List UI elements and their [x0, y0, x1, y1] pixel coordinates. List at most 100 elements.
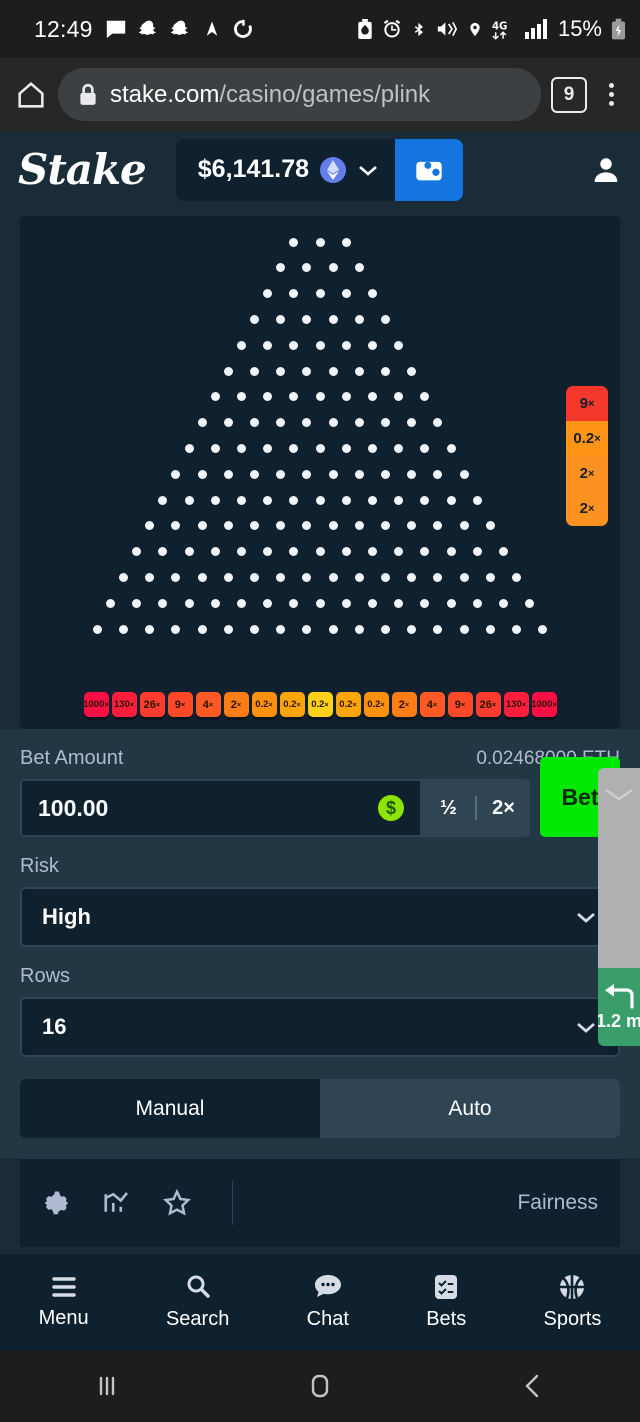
tab-auto[interactable]: Auto [320, 1079, 620, 1138]
bet-amount-field: $ ½ 2× [20, 779, 530, 837]
rows-select[interactable]: 16 [20, 997, 620, 1057]
plinko-peg [289, 547, 299, 557]
risk-select[interactable]: High [20, 887, 620, 947]
tab-count-button[interactable]: 9 [551, 76, 587, 113]
plinko-peg [459, 572, 469, 582]
fairness-link[interactable]: Fairness [517, 1191, 598, 1215]
signal-bars-icon [524, 19, 547, 39]
plinko-peg [184, 495, 194, 505]
kebab-menu-icon[interactable] [597, 77, 626, 112]
plinko-peg [328, 366, 338, 376]
rows-value: 16 [42, 1014, 67, 1039]
plinko-peg [394, 443, 404, 453]
plinko-peg [328, 263, 338, 273]
plinko-peg [223, 624, 233, 634]
status-right-cluster: 4G 15% [357, 16, 626, 42]
bottom-nav-item-bets[interactable]: Bets [426, 1273, 466, 1331]
multiplier-suffix: × [352, 700, 357, 709]
bet-amount-row: $ ½ 2× Bet [20, 757, 620, 837]
4g-icon: 4G [492, 19, 516, 40]
gear-icon[interactable] [42, 1188, 72, 1218]
wallet-button[interactable] [395, 138, 463, 201]
multiplier-history-panel: 9 × 0.2 × 2 × 2 × [566, 386, 608, 526]
plinko-peg [184, 547, 194, 557]
star-icon[interactable] [162, 1188, 192, 1218]
balance-display[interactable]: $6,141.78 [175, 138, 395, 201]
plinko-peg [315, 340, 325, 350]
plinko-peg [354, 521, 364, 531]
multiplier-tile: 0.2 × [279, 692, 305, 717]
multiplier-suffix: × [129, 700, 135, 709]
plinko-peg [328, 469, 338, 479]
plinko-peg [407, 572, 417, 582]
divider [232, 1181, 233, 1225]
double-bet-button[interactable]: 2× [477, 797, 530, 820]
plinko-peg [433, 521, 443, 531]
plinko-peg [315, 443, 325, 453]
bet-amount-header: Bet Amount 0.02468000 ETH [20, 747, 620, 770]
bet-amount-input[interactable] [38, 794, 368, 822]
floating-side-panel[interactable] [598, 768, 640, 968]
game-footer-toolbar: Fairness [20, 1158, 620, 1247]
plinko-peg [472, 547, 482, 557]
plinko-peg [210, 392, 220, 402]
plinko-peg [236, 495, 246, 505]
multiplier-suffix: × [208, 700, 214, 709]
chevron-down-icon[interactable] [357, 163, 379, 177]
halve-bet-button[interactable]: ½ [422, 797, 475, 820]
plinko-peg [315, 237, 325, 247]
plinko-peg [328, 624, 338, 634]
plinko-peg [315, 547, 325, 557]
balance-widget: $6,141.78 [175, 138, 463, 201]
bet-amount-input-wrap[interactable]: $ [20, 779, 422, 837]
plinko-peg [354, 418, 364, 428]
stake-logo[interactable]: Stake [18, 145, 147, 194]
plinko-peg [538, 624, 548, 634]
plinko-peg [158, 495, 168, 505]
plinko-peg [276, 314, 286, 324]
plinko-peg [302, 418, 312, 428]
plinko-peg [289, 289, 299, 299]
multiplier-tile: 0.2 × [307, 692, 333, 717]
plinko-board[interactable]: 9 × 0.2 × 2 × 2 × [20, 216, 620, 688]
plinko-peg [250, 572, 259, 582]
multiplier-value: 0.2 [339, 699, 353, 710]
plinko-peg [236, 340, 246, 350]
chat-bubble-icon [313, 1273, 343, 1301]
navigation-direction-card[interactable]: 1.2 m [598, 968, 640, 1046]
risk-value: High [42, 904, 91, 929]
bet-controls-panel: Bet Amount 0.02468000 ETH $ ½ 2× Bet Ris… [0, 729, 640, 1158]
plinko-peg [341, 392, 351, 402]
plinko-peg [341, 443, 351, 453]
plinko-peg [341, 237, 351, 247]
plinko-peg [459, 469, 469, 479]
multiplier-value: 26 [143, 698, 156, 711]
home-icon[interactable] [14, 78, 48, 112]
stats-chart-icon[interactable] [102, 1188, 132, 1218]
plinko-peg [341, 598, 351, 608]
home-square-icon[interactable] [305, 1371, 335, 1401]
multiplier-suffix: × [236, 700, 242, 709]
back-chevron-icon[interactable] [518, 1371, 548, 1401]
bottom-nav-item-menu[interactable]: Menu [39, 1274, 89, 1330]
recents-icon[interactable] [92, 1371, 122, 1401]
plinko-peg [420, 547, 430, 557]
bottom-nav-item-search[interactable]: Search [166, 1273, 229, 1331]
multiplier-value: 0.2 [311, 699, 325, 710]
plinko-peg [381, 469, 390, 479]
plinko-peg [472, 598, 482, 608]
bottom-nav-item-chat[interactable]: Chat [307, 1273, 349, 1331]
basketball-icon [557, 1273, 587, 1301]
user-avatar-icon[interactable] [590, 154, 622, 186]
tab-manual[interactable]: Manual [20, 1079, 320, 1138]
multiplier-tile: 9 × [447, 692, 473, 717]
multiplier-tile: 9 × [167, 692, 193, 717]
navigation-distance: 1.2 m [598, 1010, 640, 1031]
history-cell: 2 × [566, 456, 608, 491]
alarm-icon [382, 19, 402, 39]
plinko-peg [210, 495, 220, 505]
bottom-nav-item-sports[interactable]: Sports [544, 1273, 601, 1331]
plinko-peg [223, 366, 233, 376]
rows-label: Rows [20, 965, 71, 987]
address-bar[interactable]: stake.com/casino/games/plink [58, 68, 541, 121]
